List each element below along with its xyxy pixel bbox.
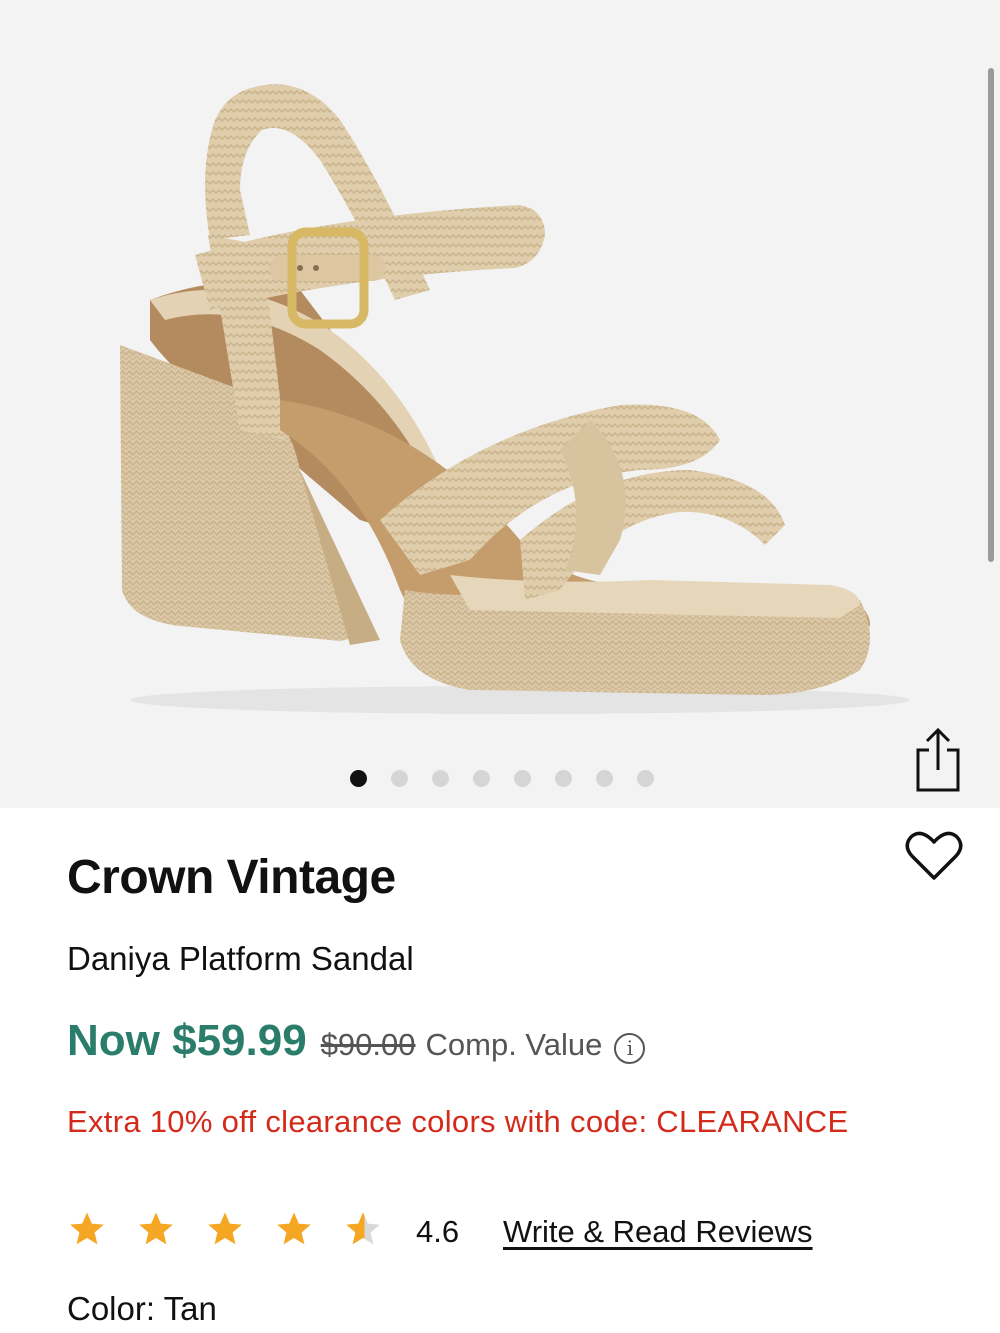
selected-color-label: Color: Tan bbox=[67, 1290, 217, 1327]
rating-value: 4.6 bbox=[416, 1214, 460, 1249]
star-icon bbox=[139, 1212, 173, 1245]
product-name: Daniya Platform Sandal bbox=[67, 940, 414, 977]
gallery-dot-1[interactable] bbox=[350, 770, 367, 787]
sale-price: Now $59.99 bbox=[67, 1016, 307, 1065]
gallery-dot-5[interactable] bbox=[514, 770, 531, 787]
heart-icon[interactable] bbox=[905, 830, 963, 882]
star-rating[interactable] bbox=[68, 1210, 382, 1248]
product-brand[interactable]: Crown Vintage bbox=[67, 850, 396, 905]
gallery-dot-4[interactable] bbox=[473, 770, 490, 787]
image-scrollbar[interactable] bbox=[988, 68, 994, 562]
gallery-dot-7[interactable] bbox=[596, 770, 613, 787]
gallery-dot-6[interactable] bbox=[555, 770, 572, 787]
price-row: Now $59.99 $90.00 Comp. Value i bbox=[67, 1016, 646, 1066]
product-image-gallery[interactable] bbox=[0, 0, 1000, 808]
half-star-icon bbox=[346, 1212, 380, 1245]
product-image[interactable] bbox=[0, 0, 1000, 808]
share-icon[interactable] bbox=[912, 726, 964, 794]
promo-message: Extra 10% off clearance colors with code… bbox=[67, 1104, 849, 1139]
original-price: $90.00 bbox=[320, 1027, 416, 1062]
gallery-dot-2[interactable] bbox=[391, 770, 408, 787]
write-read-reviews-link[interactable]: Write & Read Reviews bbox=[503, 1214, 813, 1250]
gallery-dot-8[interactable] bbox=[637, 770, 654, 787]
star-icon bbox=[70, 1212, 104, 1245]
info-icon[interactable]: i bbox=[614, 1033, 646, 1064]
comp-value-label: Comp. Value bbox=[425, 1027, 603, 1062]
star-icon bbox=[277, 1212, 311, 1245]
gallery-dot-3[interactable] bbox=[432, 770, 449, 787]
star-icon bbox=[208, 1212, 242, 1245]
gallery-pagination[interactable] bbox=[350, 770, 654, 787]
